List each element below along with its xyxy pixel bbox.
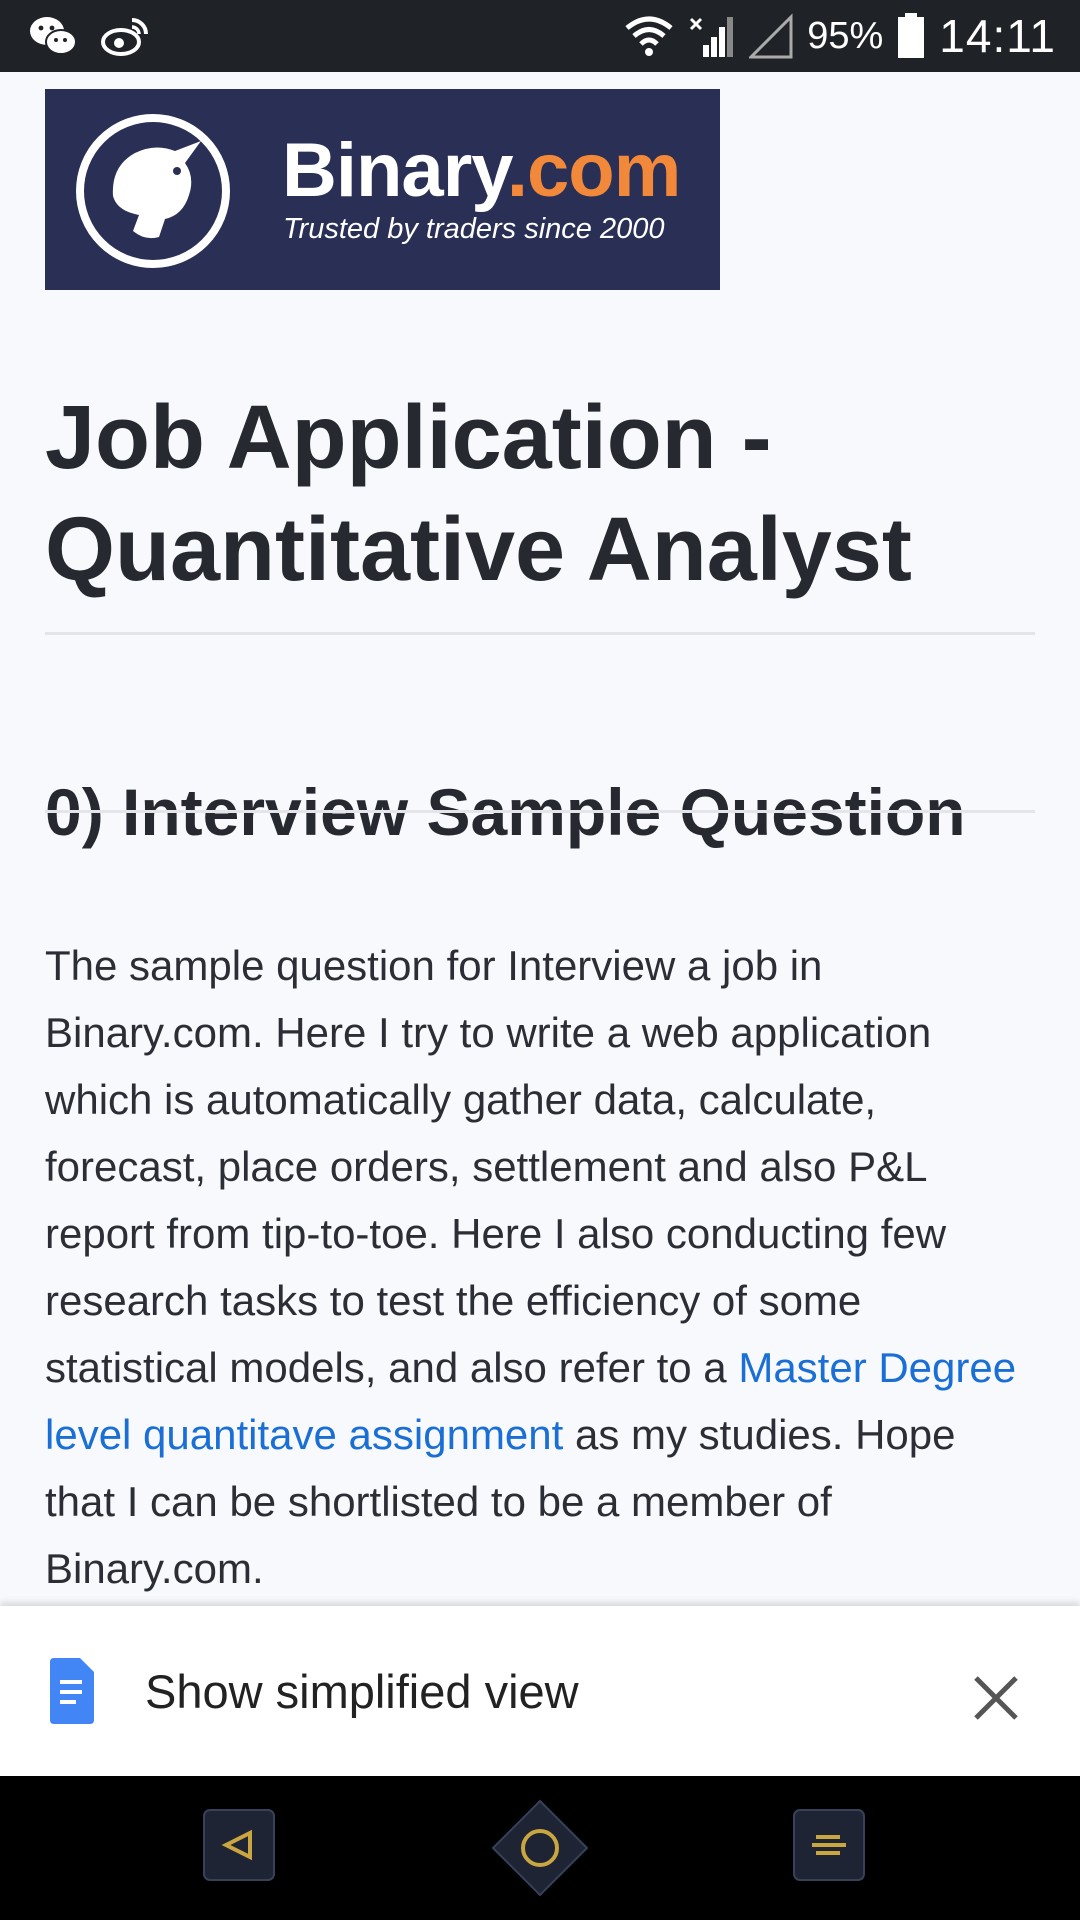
system-icons: 95% 14:11	[623, 8, 1056, 64]
binary-logo[interactable]: Binary.com Trusted by traders since 2000	[45, 89, 720, 290]
recents-icon[interactable]	[792, 1808, 866, 1882]
paragraph-text-start: The sample question for Interview a job …	[45, 942, 947, 1391]
brand-tagline: Trusted by traders since 2000	[283, 213, 665, 245]
notification-icons	[28, 12, 150, 60]
brand-accent: .com	[506, 128, 681, 213]
signal-icon	[690, 17, 734, 57]
wechat-icon	[30, 17, 77, 55]
brand-name: Binary.com	[282, 127, 681, 214]
web-page-content: Binary.com Trusted by traders since 2000…	[0, 72, 1080, 1606]
wifi-icon	[625, 16, 673, 56]
section-divider	[45, 810, 1035, 813]
intro-paragraph: The sample question for Interview a job …	[45, 932, 1035, 1602]
battery-percent: 95%	[807, 14, 884, 57]
signal-empty-icon	[749, 13, 793, 59]
document-icon	[50, 1658, 94, 1724]
status-bar: 95% 14:11	[0, 0, 1080, 72]
back-icon[interactable]	[202, 1808, 276, 1882]
title-divider	[45, 632, 1035, 635]
simplified-view-bar[interactable]: Show simplified view	[0, 1606, 1080, 1776]
home-icon[interactable]	[490, 1798, 590, 1898]
navigation-bar	[0, 1776, 1080, 1920]
page-title: Job Application - Quantitative Analyst	[45, 388, 912, 600]
bull-logo-icon	[76, 114, 230, 268]
brand-main: Binary	[282, 128, 508, 213]
show-simplified-view-label[interactable]: Show simplified view	[145, 1664, 579, 1719]
close-icon[interactable]	[968, 1670, 1024, 1726]
clock: 14:11	[939, 10, 1056, 62]
weibo-icon	[101, 18, 148, 56]
battery-icon	[898, 13, 925, 58]
